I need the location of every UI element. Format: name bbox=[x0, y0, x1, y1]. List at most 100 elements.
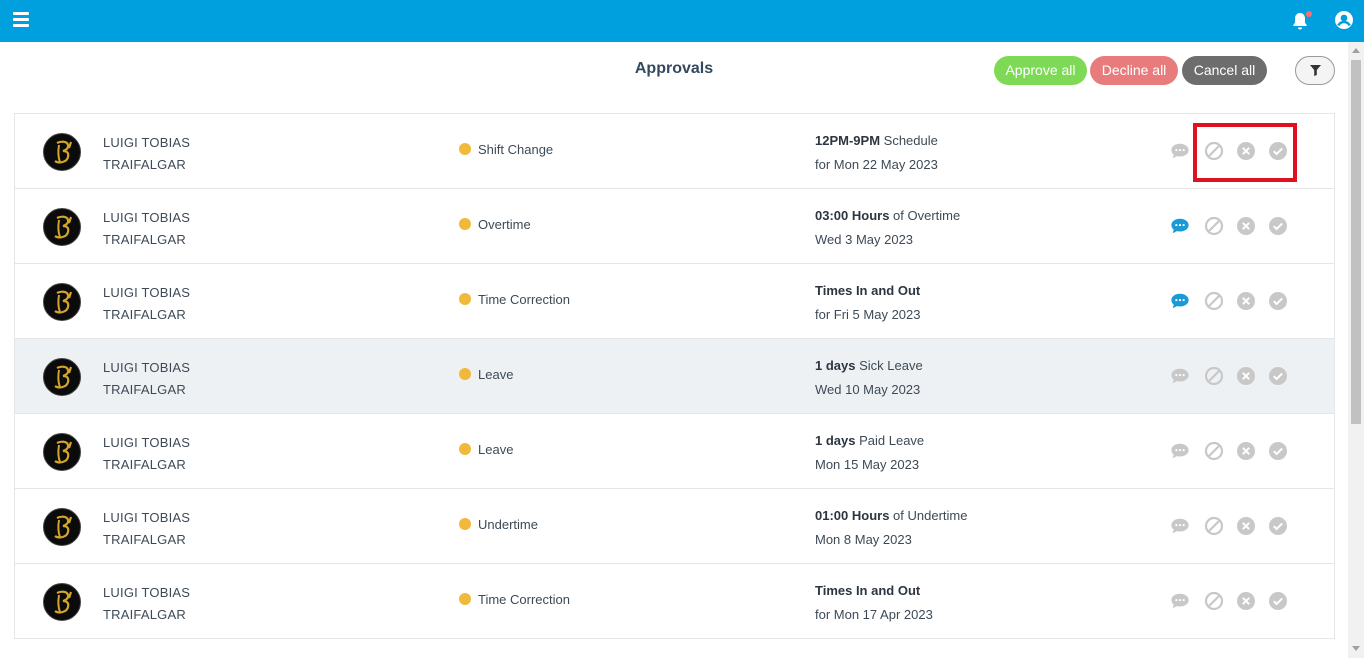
hamburger-menu-icon[interactable] bbox=[13, 12, 29, 28]
request-type: Leave bbox=[459, 442, 513, 457]
decline-all-button[interactable]: Decline all bbox=[1090, 56, 1178, 85]
brand-logo-icon bbox=[54, 290, 73, 314]
request-type: Time Correction bbox=[459, 292, 570, 307]
approve-all-button[interactable]: Approve all bbox=[994, 56, 1087, 85]
approve-icon[interactable] bbox=[1268, 291, 1288, 311]
approve-icon[interactable] bbox=[1268, 441, 1288, 461]
avatar bbox=[43, 133, 81, 171]
employee-first-name: LUIGI TOBIAS bbox=[103, 135, 191, 150]
employee-first-name: LUIGI TOBIAS bbox=[103, 585, 191, 600]
request-detail: 1 days Sick Leave Wed 10 May 2023 bbox=[815, 354, 923, 402]
comment-icon[interactable] bbox=[1170, 441, 1190, 461]
status-dot bbox=[459, 518, 471, 530]
user-account-icon[interactable] bbox=[1334, 10, 1354, 30]
brand-logo-icon bbox=[54, 515, 73, 539]
employee-first-name: LUIGI TOBIAS bbox=[103, 360, 191, 375]
decline-icon[interactable] bbox=[1236, 216, 1256, 236]
employee-name: LUIGI TOBIAS TRAIFALGAR bbox=[103, 207, 190, 251]
brand-logo-icon bbox=[54, 140, 73, 164]
approve-icon[interactable] bbox=[1268, 591, 1288, 611]
request-type-label: Time Correction bbox=[478, 292, 570, 307]
status-dot bbox=[459, 218, 471, 230]
cancel-request-icon[interactable] bbox=[1204, 591, 1224, 611]
status-dot bbox=[459, 368, 471, 380]
employee-last-name: TRAIFALGAR bbox=[103, 307, 186, 322]
employee-name: LUIGI TOBIAS TRAIFALGAR bbox=[103, 582, 190, 626]
cancel-request-icon[interactable] bbox=[1204, 441, 1224, 461]
page-title: Approvals bbox=[634, 60, 714, 77]
decline-icon[interactable] bbox=[1236, 516, 1256, 536]
cancel-all-button[interactable]: Cancel all bbox=[1182, 56, 1267, 85]
vertical-scrollbar[interactable] bbox=[1348, 42, 1364, 658]
comment-icon[interactable] bbox=[1170, 591, 1190, 611]
request-detail-text: of Undertime bbox=[893, 508, 968, 523]
scroll-thumb[interactable] bbox=[1351, 60, 1361, 424]
cancel-request-icon[interactable] bbox=[1204, 516, 1224, 536]
request-type: Leave bbox=[459, 367, 513, 382]
request-detail: Times In and Out for Fri 5 May 2023 bbox=[815, 279, 921, 327]
decline-icon[interactable] bbox=[1236, 591, 1256, 611]
employee-last-name: TRAIFALGAR bbox=[103, 157, 186, 172]
brand-logo-icon bbox=[54, 215, 73, 239]
avatar bbox=[43, 433, 81, 471]
request-detail-bold: 12PM-9PM bbox=[815, 133, 881, 148]
employee-last-name: TRAIFALGAR bbox=[103, 232, 186, 247]
filter-button[interactable] bbox=[1295, 56, 1335, 85]
avatar bbox=[43, 283, 81, 321]
decline-icon[interactable] bbox=[1236, 366, 1256, 386]
avatar bbox=[43, 208, 81, 246]
employee-last-name: TRAIFALGAR bbox=[103, 607, 186, 622]
request-type: Time Correction bbox=[459, 592, 570, 607]
approve-icon[interactable] bbox=[1268, 366, 1288, 386]
annotation-highlight-box bbox=[1193, 123, 1297, 182]
decline-icon[interactable] bbox=[1236, 441, 1256, 461]
brand-logo-icon bbox=[54, 440, 73, 464]
request-type-label: Leave bbox=[478, 442, 514, 457]
status-dot bbox=[459, 293, 471, 305]
request-date: Wed 10 May 2023 bbox=[815, 382, 921, 397]
request-detail-text: Schedule bbox=[883, 133, 938, 148]
cancel-request-icon[interactable] bbox=[1204, 216, 1224, 236]
comment-icon[interactable] bbox=[1170, 516, 1190, 536]
approval-row-3: LUIGI TOBIAS TRAIFALGAR Time Correction … bbox=[14, 264, 1335, 339]
avatar bbox=[43, 583, 81, 621]
avatar bbox=[43, 508, 81, 546]
employee-name: LUIGI TOBIAS TRAIFALGAR bbox=[103, 432, 190, 476]
filter-icon bbox=[1310, 65, 1321, 76]
employee-name: LUIGI TOBIAS TRAIFALGAR bbox=[103, 357, 190, 401]
comment-icon[interactable] bbox=[1170, 366, 1190, 386]
employee-first-name: LUIGI TOBIAS bbox=[103, 510, 191, 525]
request-detail-text: Paid Leave bbox=[859, 433, 925, 448]
request-detail-bold: 01:00 Hours bbox=[815, 508, 890, 523]
employee-last-name: TRAIFALGAR bbox=[103, 532, 186, 547]
request-detail: Times In and Out for Mon 17 Apr 2023 bbox=[815, 579, 933, 627]
status-dot bbox=[459, 593, 471, 605]
request-type-label: Leave bbox=[478, 367, 514, 382]
employee-first-name: LUIGI TOBIAS bbox=[103, 210, 191, 225]
comment-icon[interactable] bbox=[1170, 141, 1190, 161]
comment-icon[interactable] bbox=[1170, 216, 1190, 236]
status-dot bbox=[459, 143, 471, 155]
request-type-label: Time Correction bbox=[478, 592, 570, 607]
request-date: Mon 8 May 2023 bbox=[815, 532, 912, 547]
approvals-list: LUIGI TOBIAS TRAIFALGAR Shift Change 12P… bbox=[14, 113, 1335, 639]
comment-icon[interactable] bbox=[1170, 291, 1190, 311]
approval-row-7: LUIGI TOBIAS TRAIFALGAR Time Correction … bbox=[14, 564, 1335, 639]
employee-first-name: LUIGI TOBIAS bbox=[103, 285, 191, 300]
scroll-up-arrow-icon[interactable] bbox=[1352, 48, 1360, 53]
scroll-down-arrow-icon[interactable] bbox=[1352, 646, 1360, 651]
request-detail-text: of Overtime bbox=[893, 208, 961, 223]
approval-row-1: LUIGI TOBIAS TRAIFALGAR Shift Change 12P… bbox=[14, 114, 1335, 189]
approve-icon[interactable] bbox=[1268, 516, 1288, 536]
cancel-request-icon[interactable] bbox=[1204, 366, 1224, 386]
employee-name: LUIGI TOBIAS TRAIFALGAR bbox=[103, 132, 190, 176]
request-type-label: Shift Change bbox=[478, 142, 554, 157]
employee-last-name: TRAIFALGAR bbox=[103, 382, 186, 397]
approve-icon[interactable] bbox=[1268, 216, 1288, 236]
approval-row-6: LUIGI TOBIAS TRAIFALGAR Undertime 01:00 … bbox=[14, 489, 1335, 564]
request-detail-bold: 03:00 Hours bbox=[815, 208, 890, 223]
request-type: Undertime bbox=[459, 517, 538, 532]
decline-icon[interactable] bbox=[1236, 291, 1256, 311]
cancel-request-icon[interactable] bbox=[1204, 291, 1224, 311]
approval-row-4: LUIGI TOBIAS TRAIFALGAR Leave 1 days Sic… bbox=[14, 339, 1335, 414]
